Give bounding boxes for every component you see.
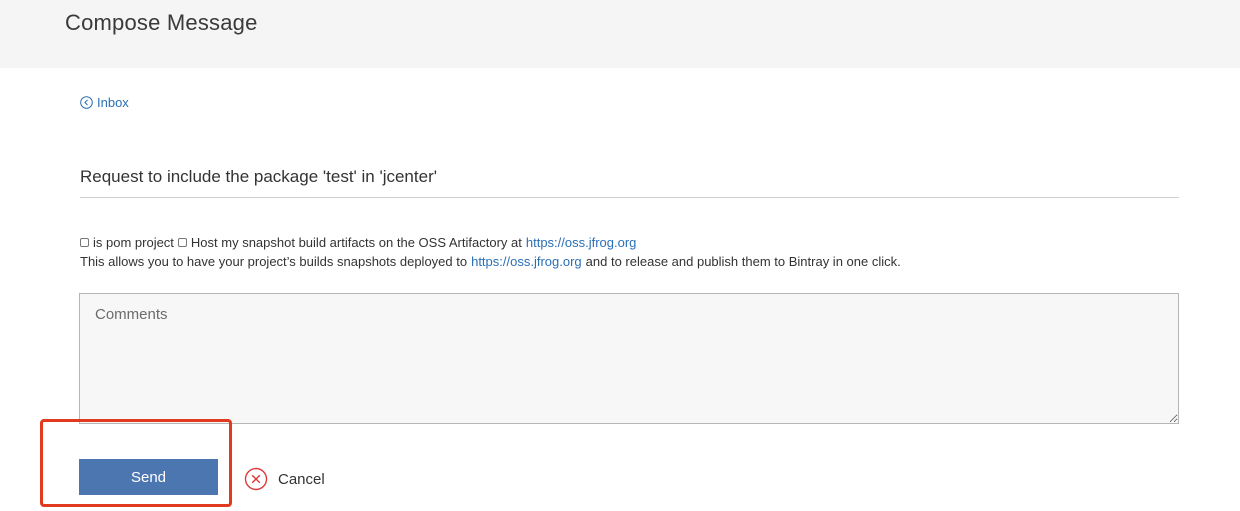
breadcrumb-label: Inbox bbox=[97, 95, 129, 110]
cancel-label: Cancel bbox=[278, 470, 325, 488]
close-circle-icon bbox=[244, 467, 268, 491]
pom-project-label: is pom project bbox=[93, 235, 174, 250]
pom-project-checkbox[interactable] bbox=[80, 238, 89, 247]
options-checkbox-row: is pom project Host my snapshot build ar… bbox=[80, 233, 901, 252]
description-text-after: and to release and publish them to Bintr… bbox=[585, 254, 901, 269]
page-header: Compose Message bbox=[0, 0, 1240, 68]
options-description: This allows you to have your project’s b… bbox=[80, 252, 901, 271]
chevron-circle-left-icon bbox=[80, 96, 93, 109]
back-to-inbox-link[interactable]: Inbox bbox=[80, 95, 129, 110]
page-title: Compose Message bbox=[65, 10, 258, 35]
host-snapshot-checkbox[interactable] bbox=[177, 238, 187, 247]
send-button[interactable]: Send bbox=[79, 459, 218, 495]
options-section: is pom project Host my snapshot build ar… bbox=[80, 233, 901, 271]
subject-input[interactable] bbox=[80, 160, 1179, 194]
cancel-button[interactable]: Cancel bbox=[244, 467, 325, 491]
host-snapshot-label: Host my snapshot build artifacts on the … bbox=[190, 235, 522, 250]
oss-artifactory-link[interactable]: https://oss.jfrog.org bbox=[526, 233, 637, 252]
subject-field-wrapper bbox=[80, 160, 1179, 198]
description-text-before: This allows you to have your project’s b… bbox=[80, 254, 468, 269]
comments-textarea[interactable] bbox=[79, 293, 1179, 424]
oss-jfrog-link[interactable]: https://oss.jfrog.org bbox=[471, 252, 582, 271]
